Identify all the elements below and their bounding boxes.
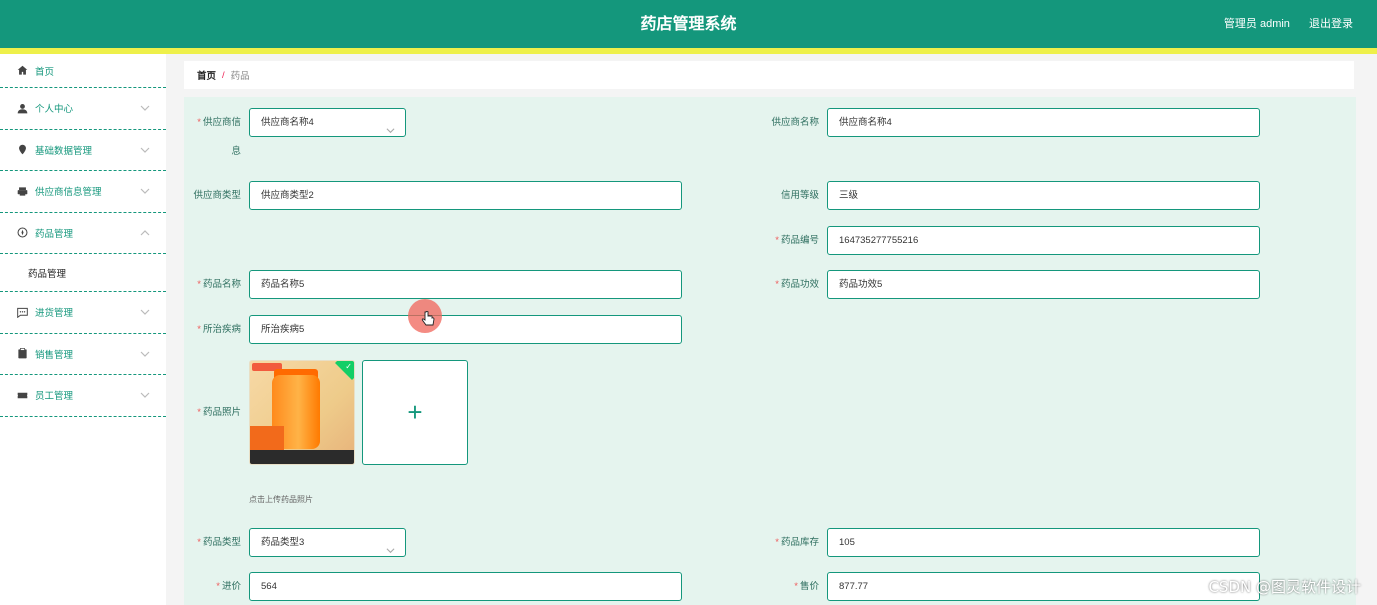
user-icon	[17, 103, 28, 114]
chevron-down-icon	[386, 539, 395, 554]
disease-input[interactable]: 所治疾病5	[249, 315, 682, 344]
cost-input[interactable]: 564	[249, 572, 682, 601]
sidebar: 首页 个人中心 基础数据管理 供应商信息管理 药品管理 药品管理 进货管理 销售…	[0, 54, 166, 605]
sidebar-item-personal-center[interactable]: 个人中心	[0, 88, 166, 130]
sidebar-item-label: 进货管理	[35, 308, 74, 320]
price-label: * 售价	[794, 581, 819, 592]
message-icon	[17, 307, 28, 318]
drug-name-label: * 药品名称	[197, 279, 241, 290]
drug-effect-label: * 药品功效	[775, 279, 819, 290]
supplier-info-select[interactable]: 供应商名称4	[249, 108, 406, 137]
upload-photo-button[interactable]: +	[362, 360, 468, 465]
app-title: 药店管理系统	[640, 14, 737, 33]
chevron-down-icon	[140, 390, 150, 400]
chevron-down-icon	[386, 119, 395, 134]
credit-level-label: 信用等级	[780, 190, 819, 201]
chevron-down-icon	[140, 307, 150, 317]
drug-photo-thumbnail[interactable]: ✓	[249, 360, 355, 465]
drug-type-label: * 药品类型	[197, 537, 241, 548]
chevron-up-icon	[140, 228, 150, 238]
supplier-info-label: * 供应商信息	[197, 117, 241, 157]
chevron-down-icon	[140, 145, 150, 155]
cost-label: * 进价	[216, 581, 241, 592]
drug-type-select[interactable]: 药品类型3	[249, 528, 406, 557]
top-header: 药店管理系统 管理员 admin 退出登录	[0, 0, 1377, 48]
compass-icon	[17, 227, 28, 238]
drug-no-input[interactable]: 164735277755216	[827, 226, 1260, 255]
sidebar-item-supplier[interactable]: 供应商信息管理	[0, 171, 166, 213]
home-icon	[17, 65, 28, 76]
supplier-name-input[interactable]: 供应商名称4	[827, 108, 1260, 137]
sidebar-subitem-drug-management[interactable]: 药品管理	[0, 254, 166, 292]
breadcrumb-home[interactable]: 首页	[197, 68, 216, 82]
sidebar-item-purchase[interactable]: 进货管理	[0, 292, 166, 334]
supplier-name-label: 供应商名称	[771, 117, 819, 128]
chevron-down-icon	[140, 103, 150, 113]
logout-link[interactable]: 退出登录	[1309, 18, 1353, 30]
supplier-info-value: 供应商名称4	[261, 117, 314, 128]
breadcrumb-separator: /	[222, 69, 225, 81]
drug-photo-label: * 药品照片	[197, 407, 241, 418]
price-input[interactable]: 877.77	[827, 572, 1260, 601]
hand-cursor-icon	[421, 311, 435, 326]
credit-level-input[interactable]: 三级	[827, 181, 1260, 210]
stock-label: * 药品库存	[775, 537, 819, 548]
chevron-down-icon	[140, 349, 150, 359]
admin-user-label: 管理员 admin	[1223, 18, 1290, 30]
drug-type-value: 药品类型3	[261, 537, 305, 548]
sidebar-item-label: 供应商信息管理	[35, 187, 102, 199]
sidebar-item-label: 销售管理	[35, 349, 74, 361]
drug-effect-input[interactable]: 药品功效5	[827, 270, 1260, 299]
sidebar-item-staff[interactable]: 员工管理	[0, 375, 166, 417]
upload-hint: 点击上传药品照片	[249, 495, 313, 504]
sidebar-subitem-label: 药品管理	[28, 268, 67, 280]
printer-icon	[17, 186, 28, 197]
sidebar-item-label: 药品管理	[35, 228, 74, 240]
plus-icon: +	[407, 397, 423, 427]
sidebar-item-label: 员工管理	[35, 391, 74, 403]
csdn-watermark: CSDN @图灵软件设计	[1208, 578, 1361, 596]
sidebar-item-home[interactable]: 首页	[0, 54, 166, 88]
location-icon	[17, 144, 28, 155]
header-right: 管理员 admin 退出登录	[1208, 0, 1353, 48]
header-accent-line	[0, 48, 1377, 54]
ticket-icon	[17, 390, 28, 401]
photo-badge	[250, 426, 284, 450]
clipboard-icon	[17, 348, 28, 359]
supplier-type-label: 供应商类型	[193, 190, 241, 201]
sidebar-item-label: 首页	[35, 66, 55, 78]
drug-name-input[interactable]: 药品名称5	[249, 270, 682, 299]
sidebar-item-sales[interactable]: 销售管理	[0, 334, 166, 375]
sidebar-item-label: 个人中心	[35, 104, 74, 116]
cursor-highlight	[408, 299, 442, 333]
breadcrumb: 首页 / 药品	[184, 61, 1354, 89]
sidebar-item-drug-management[interactable]: 药品管理	[0, 213, 166, 254]
check-icon: ✓	[345, 362, 352, 371]
breadcrumb-current: 药品	[230, 71, 250, 82]
photo-bottom-band	[250, 450, 354, 464]
drug-no-label: * 药品编号	[775, 235, 819, 246]
disease-label: * 所治疾病	[197, 324, 241, 335]
chevron-down-icon	[140, 186, 150, 196]
stock-input[interactable]: 105	[827, 528, 1260, 557]
sidebar-item-label: 基础数据管理	[35, 145, 93, 157]
sidebar-item-basic-data[interactable]: 基础数据管理	[0, 130, 166, 171]
supplier-type-input[interactable]: 供应商类型2	[249, 181, 682, 210]
